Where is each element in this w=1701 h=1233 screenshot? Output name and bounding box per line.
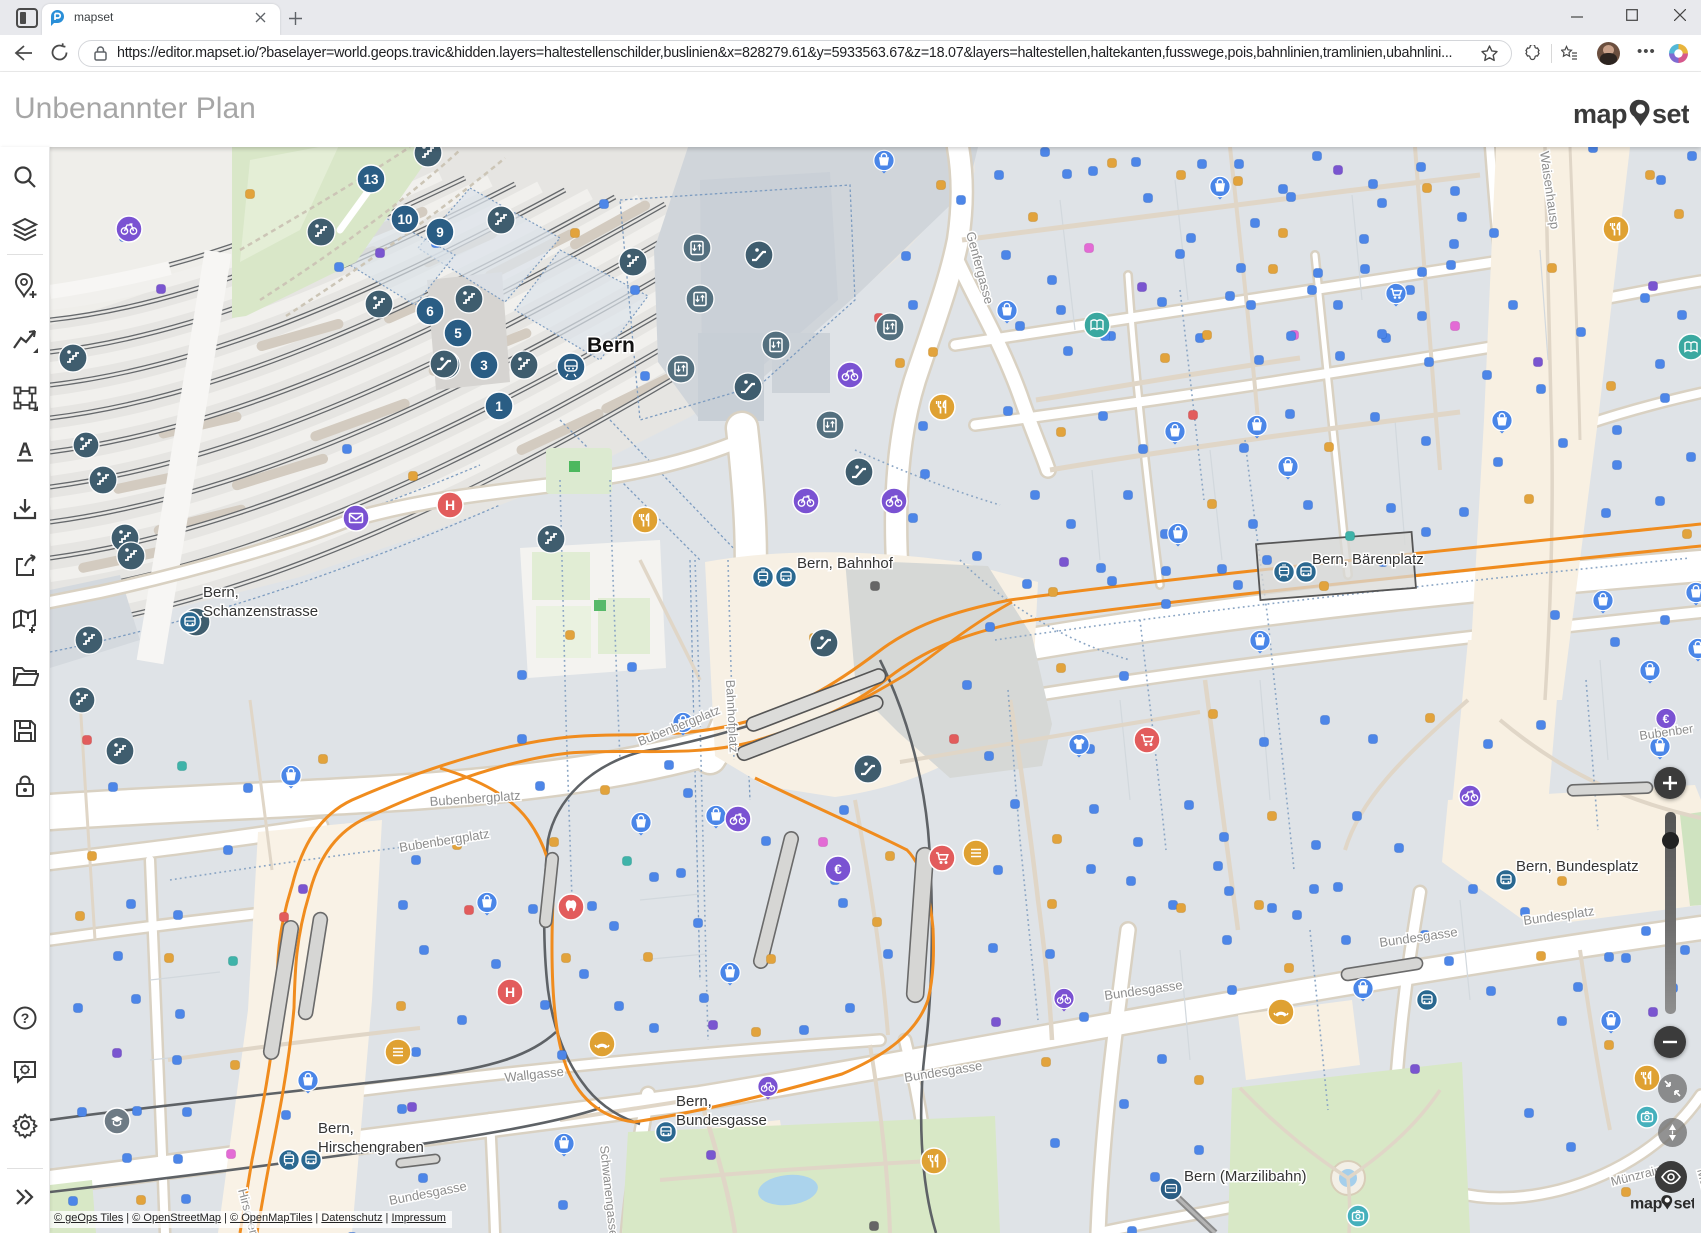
svg-text:6: 6 [426, 304, 434, 319]
svg-text:Bern,: Bern, [203, 584, 239, 601]
svg-text:H: H [445, 497, 455, 513]
svg-text:10: 10 [397, 212, 412, 227]
svg-text:Bern, Bundesplatz: Bern, Bundesplatz [1516, 858, 1639, 875]
svg-text:map: map [1630, 1195, 1663, 1212]
svg-text:Schanzenstrasse: Schanzenstrasse [203, 603, 318, 620]
svg-text:Bundesgasse: Bundesgasse [676, 1112, 767, 1129]
svg-text:Bern: Bern [587, 334, 635, 357]
svg-text:Bern,: Bern, [318, 1120, 354, 1137]
svg-text:13: 13 [363, 172, 379, 187]
svg-text:Bern, Bahnhof: Bern, Bahnhof [797, 555, 894, 572]
svg-text:set: set [1652, 99, 1689, 129]
svg-text:1: 1 [495, 399, 503, 414]
svg-text:Bern,: Bern, [676, 1093, 712, 1110]
svg-text:H: H [505, 984, 515, 1000]
svg-text:9: 9 [436, 225, 444, 240]
svg-text:set: set [1674, 1195, 1694, 1212]
svg-text:€: € [834, 862, 842, 877]
svg-text:?: ? [21, 1010, 30, 1026]
svg-text:Hirschengraben: Hirschengraben [318, 1139, 424, 1156]
svg-text:5: 5 [454, 326, 462, 341]
svg-text:Bern, Bärenplatz: Bern, Bärenplatz [1312, 551, 1424, 568]
svg-text:Bern (Marzilibahn): Bern (Marzilibahn) [1184, 1168, 1307, 1185]
svg-text:A: A [18, 440, 32, 461]
svg-text:3: 3 [480, 358, 488, 373]
svg-text:map: map [1573, 99, 1627, 129]
